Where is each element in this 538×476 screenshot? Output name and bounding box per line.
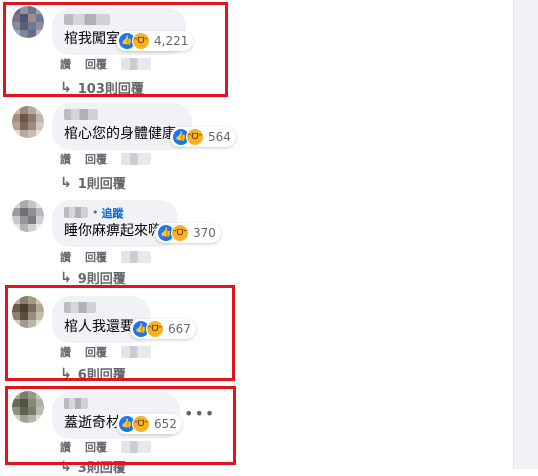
replies-count: 1則回覆 — [77, 177, 126, 192]
comment-actions: 讚 回覆 — [60, 249, 151, 265]
reaction-summary[interactable]: 👍 ᵔᗜᵔ 564 — [170, 127, 236, 147]
like-button[interactable]: 讚 — [60, 249, 71, 265]
highlight-box — [3, 2, 228, 97]
reaction-count: 370 — [193, 226, 216, 240]
comment-text: 睡你麻痹起來嗨 — [64, 223, 162, 239]
timestamp-redacted[interactable] — [121, 251, 151, 263]
view-replies-link[interactable]: ↳ 1則回覆 — [60, 173, 126, 193]
reply-arrow-icon: ↳ — [60, 174, 72, 191]
author-name-redacted[interactable] — [64, 207, 88, 218]
scrollbar-track[interactable] — [513, 0, 538, 469]
highlight-box — [5, 386, 236, 465]
reaction-summary[interactable]: 👍 ᵔᗜᵔ 370 — [155, 223, 221, 243]
like-button[interactable]: 讚 — [60, 151, 71, 167]
author-name-redacted[interactable] — [64, 109, 98, 120]
author-row: • 追蹤 — [64, 205, 166, 221]
separator-dot: • — [92, 206, 99, 219]
haha-reaction-icon: ᵔᗜᵔ — [186, 128, 204, 146]
reply-button[interactable]: 回覆 — [85, 151, 107, 167]
reply-button[interactable]: 回覆 — [85, 249, 107, 265]
comment-actions: 讚 回覆 — [60, 151, 151, 167]
highlight-box — [5, 285, 235, 381]
avatar[interactable] — [12, 200, 44, 232]
avatar[interactable] — [12, 106, 44, 138]
timestamp-redacted[interactable] — [121, 153, 151, 165]
reaction-count: 564 — [208, 130, 231, 144]
follow-button[interactable]: 追蹤 — [102, 205, 124, 221]
comment-text: 棺心您的身體健康 — [64, 126, 176, 142]
haha-reaction-icon: ᵔᗜᵔ — [171, 224, 189, 242]
reply-arrow-icon: ↳ — [60, 269, 72, 286]
